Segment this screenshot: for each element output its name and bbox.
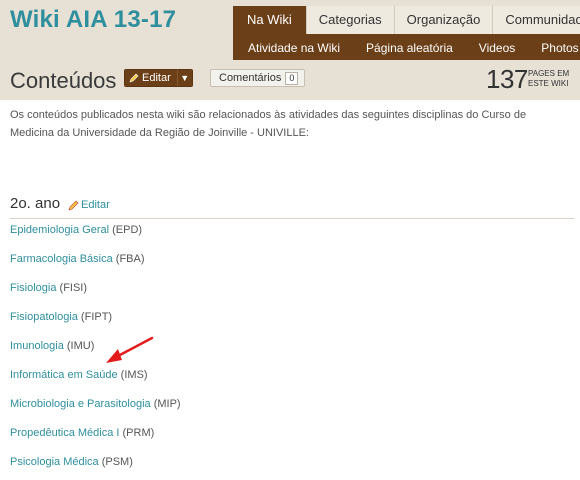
subtab-videos[interactable]: Videos [466, 34, 528, 60]
course-code: (IMS) [117, 369, 148, 381]
tab-categorias[interactable]: Categorias [305, 6, 394, 34]
subtab-atividade[interactable]: Atividade na Wiki [233, 34, 353, 60]
list-item: Fisiopatologia (FIPT) [10, 310, 570, 339]
section-header: 2o. ano Editar [10, 195, 574, 219]
edit-button-group: Editar ▼ [124, 69, 193, 87]
list-item: Epidemiologia Geral (EPD) [10, 223, 570, 252]
comments-button[interactable]: Comentários 0 [210, 69, 306, 87]
wiki-title[interactable]: Wiki AIA 13-17 [10, 6, 176, 34]
pencil-icon [68, 200, 79, 210]
course-list: Epidemiologia Geral (EPD) Farmacologia B… [10, 223, 570, 480]
course-code: (FISI) [56, 282, 88, 294]
course-code: (IMU) [63, 340, 95, 352]
section-edit-label: Editar [81, 199, 110, 211]
sub-nav-tabs: Atividade na Wiki Página aleatória Video… [233, 34, 580, 60]
tab-organizacao[interactable]: Organização [393, 6, 493, 34]
course-link[interactable]: Propedêutica Médica I [10, 427, 119, 439]
page-title: Conteúdos [10, 68, 117, 93]
edit-button-label: Editar [142, 72, 171, 84]
list-item: Propedêutica Médica I (PRM) [10, 426, 570, 455]
comments-label: Comentários [219, 72, 282, 84]
subtab-pagina-aleatoria[interactable]: Página aleatória [353, 34, 466, 60]
list-item: Microbiologia e Parasitologia (MIP) [10, 397, 570, 426]
section-edit-link[interactable]: Editar [68, 199, 110, 211]
course-link[interactable]: Fisiologia [10, 282, 56, 294]
tab-comunidade[interactable]: Communidade [492, 6, 580, 34]
tab-na-wiki[interactable]: Na Wiki [233, 6, 306, 34]
course-link[interactable]: Fisiopatologia [10, 311, 78, 323]
course-code: (EPD) [109, 224, 143, 236]
course-link[interactable]: Microbiologia e Parasitologia [10, 398, 151, 410]
section-title: 2o. ano [10, 195, 61, 212]
pencil-icon [129, 73, 139, 83]
course-link[interactable]: Informática em Saúde [10, 369, 118, 381]
edit-dropdown-button[interactable]: ▼ [176, 70, 192, 86]
course-link[interactable]: Epidemiologia Geral [10, 224, 109, 236]
course-link[interactable]: Farmacologia Básica [10, 253, 113, 265]
course-code: (MIP) [150, 398, 181, 410]
intro-text: Os conteúdos publicados nesta wiki são r… [10, 109, 527, 139]
pages-count: 137 [486, 64, 528, 94]
chevron-down-icon: ▼ [180, 73, 190, 83]
pages-count-label: PAGES EM ESTE WIKI [528, 69, 570, 88]
list-item: Psicologia Médica (PSM) [10, 455, 570, 480]
list-item: Fisiologia (FISI) [10, 281, 570, 310]
list-item: Imunologia (IMU) [10, 339, 570, 368]
course-link[interactable]: Psicologia Médica [10, 456, 99, 468]
subtab-photos[interactable]: Photos [528, 34, 580, 60]
comments-count: 0 [285, 71, 299, 85]
list-item: Informática em Saúde (IMS) [10, 368, 570, 397]
top-nav-tabs: Na Wiki Categorias Organização Communida… [233, 6, 580, 34]
course-code: (PSM) [98, 456, 133, 468]
edit-button[interactable]: Editar [125, 70, 177, 86]
course-code: (FBA) [112, 253, 145, 265]
course-code: (PRM) [119, 427, 155, 439]
course-link[interactable]: Imunologia [10, 340, 64, 352]
list-item: Farmacologia Básica (FBA) [10, 252, 570, 281]
course-code: (FIPT) [77, 311, 113, 323]
